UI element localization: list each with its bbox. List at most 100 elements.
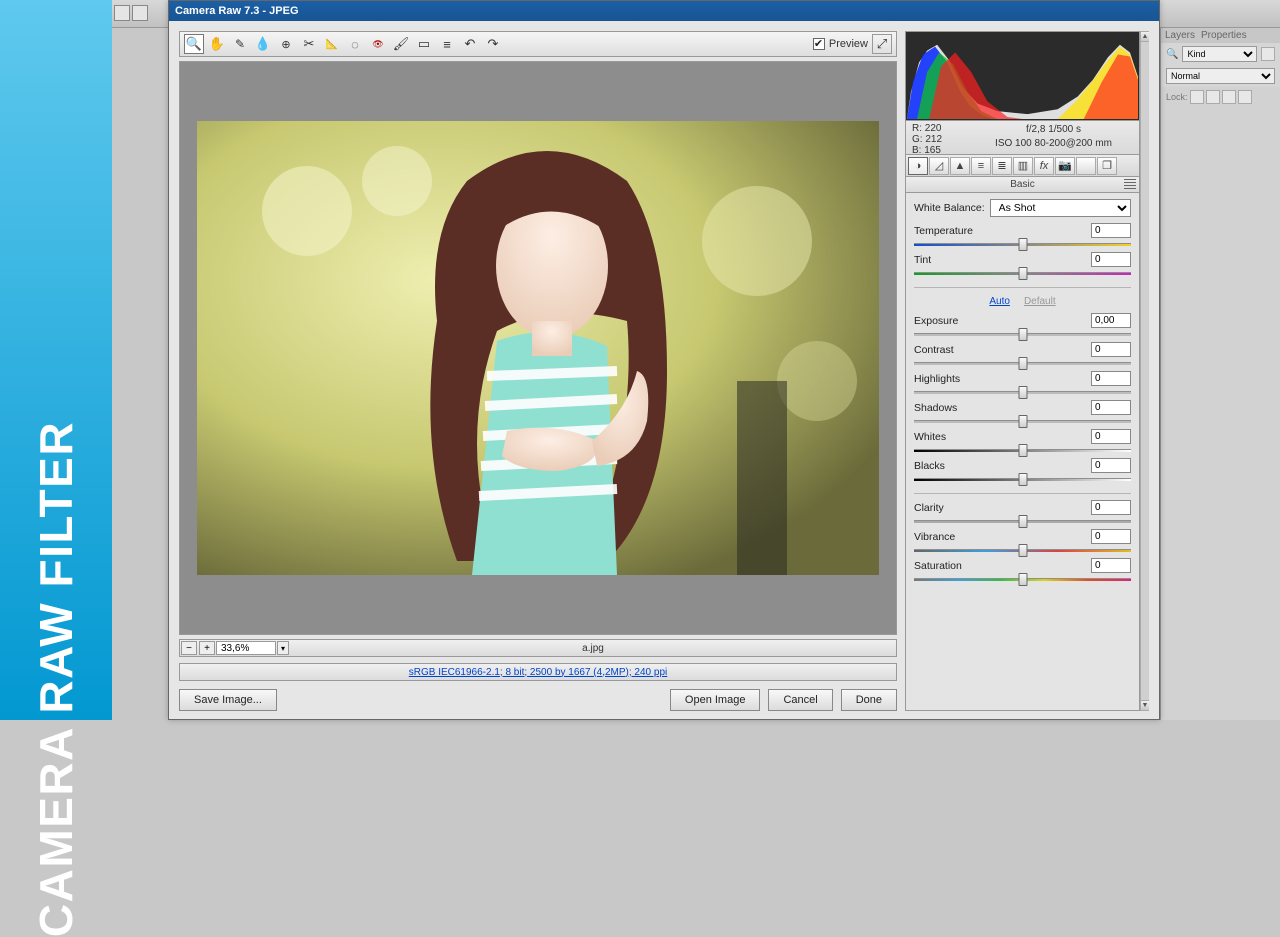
zoom-value[interactable]: 33,6% xyxy=(216,641,276,655)
lock-all-icon[interactable] xyxy=(1238,90,1252,104)
cancel-button[interactable]: Cancel xyxy=(768,689,832,711)
video-banner: CAMERA RAW FILTER xyxy=(0,0,112,720)
zoom-out-button[interactable]: − xyxy=(181,641,197,655)
slider-label-vibrance: Vibrance xyxy=(914,531,955,543)
slider-track-contrast[interactable] xyxy=(914,358,1131,369)
preferences-icon[interactable]: ≡ xyxy=(437,34,457,54)
blend-mode-select[interactable]: Normal xyxy=(1166,68,1275,84)
slider-value-shadows[interactable] xyxy=(1091,400,1131,415)
slider-track-clarity[interactable] xyxy=(914,516,1131,527)
doc-arrange-icon[interactable] xyxy=(132,5,148,21)
hand-tool-icon[interactable]: ✋ xyxy=(207,34,227,54)
layers-tab[interactable]: Layers xyxy=(1165,30,1195,41)
slider-value-highlights[interactable] xyxy=(1091,371,1131,386)
zoom-tool-icon[interactable]: 🔍 xyxy=(184,34,204,54)
slider-value-whites[interactable] xyxy=(1091,429,1131,444)
white-balance-select[interactable]: As Shot xyxy=(990,199,1131,217)
slider-highlights: Highlights xyxy=(914,371,1131,398)
slider-track-shadows[interactable] xyxy=(914,416,1131,427)
lock-move-icon[interactable] xyxy=(1222,90,1236,104)
slider-track-blacks[interactable] xyxy=(914,474,1131,485)
histogram[interactable] xyxy=(905,31,1140,121)
default-link[interactable]: Default xyxy=(1024,296,1056,307)
straighten-tool-icon[interactable]: 📐 xyxy=(322,34,342,54)
adjustment-brush-tool-icon[interactable]: 🖌 xyxy=(391,34,411,54)
tab-snapshots-icon[interactable]: ❐ xyxy=(1097,157,1117,175)
slider-value-clarity[interactable] xyxy=(1091,500,1131,515)
slider-tint: Tint xyxy=(914,252,1131,279)
tab-detail-icon[interactable]: ▲ xyxy=(950,157,970,175)
slider-label-blacks: Blacks xyxy=(914,460,945,472)
slider-vibrance: Vibrance xyxy=(914,529,1131,556)
scroll-down-icon[interactable]: ▼ xyxy=(1141,700,1149,710)
filter-icon[interactable] xyxy=(1261,47,1275,61)
crop-tool-icon[interactable]: ✂ xyxy=(299,34,319,54)
slider-track-exposure[interactable] xyxy=(914,329,1131,340)
properties-tab[interactable]: Properties xyxy=(1201,30,1247,41)
slider-value-saturation[interactable] xyxy=(1091,558,1131,573)
slider-value-exposure[interactable] xyxy=(1091,313,1131,328)
tab-hsl-icon[interactable]: ≡ xyxy=(971,157,991,175)
slider-value-tint[interactable] xyxy=(1091,252,1131,267)
save-image-button[interactable]: Save Image... xyxy=(179,689,277,711)
tab-tone-curve-icon[interactable]: ◿ xyxy=(929,157,949,175)
slider-temperature: Temperature xyxy=(914,223,1131,250)
zoom-dropdown-icon[interactable]: ▾ xyxy=(277,641,289,655)
color-sampler-tool-icon[interactable]: 💧 xyxy=(253,34,273,54)
tab-effects-icon[interactable]: fx xyxy=(1034,157,1054,175)
adjustment-tabs: ◑ ◿ ▲ ≡ ≣ ▥ fx 📷 �⷇ ❐ xyxy=(905,155,1140,177)
ps-panels: Layers Properties 🔍 Kind Normal Lock: xyxy=(1160,28,1280,720)
right-scrollbar[interactable]: ▲ ▼ xyxy=(1140,31,1149,711)
slider-label-highlights: Highlights xyxy=(914,373,960,385)
graduated-filter-tool-icon[interactable]: ▭ xyxy=(414,34,434,54)
search-icon[interactable]: 🔍 xyxy=(1166,49,1178,60)
done-button[interactable]: Done xyxy=(841,689,897,711)
tab-split-toning-icon[interactable]: ≣ xyxy=(992,157,1012,175)
lock-position-icon[interactable] xyxy=(1206,90,1220,104)
slider-label-saturation: Saturation xyxy=(914,560,962,572)
slider-value-contrast[interactable] xyxy=(1091,342,1131,357)
tab-lens-corrections-icon[interactable]: ▥ xyxy=(1013,157,1033,175)
rotate-left-icon[interactable]: ↶ xyxy=(460,34,480,54)
kind-select[interactable]: Kind xyxy=(1182,46,1257,62)
red-eye-tool-icon[interactable]: 👁 xyxy=(368,34,388,54)
toolbar: 🔍 ✋ ✎ 💧 ⊕ ✂ 📐 ◌ 👁 🖌 ▭ ≡ ↶ ↷ Preview ⤢ xyxy=(179,31,897,57)
targeted-adjustment-tool-icon[interactable]: ⊕ xyxy=(276,34,296,54)
basic-panel: White Balance: As Shot Temperature Tint xyxy=(905,193,1140,711)
spot-removal-tool-icon[interactable]: ◌ xyxy=(345,34,365,54)
slider-label-exposure: Exposure xyxy=(914,315,958,327)
panel-title: Basic xyxy=(1010,179,1034,190)
slider-track-tint[interactable] xyxy=(914,268,1131,279)
rotate-right-icon[interactable]: ↷ xyxy=(483,34,503,54)
slider-value-blacks[interactable] xyxy=(1091,458,1131,473)
panel-title-bar: Basic xyxy=(905,177,1140,193)
slider-track-vibrance[interactable] xyxy=(914,545,1131,556)
zoom-in-button[interactable]: + xyxy=(199,641,215,655)
image-viewport[interactable] xyxy=(179,61,897,635)
auto-link[interactable]: Auto xyxy=(989,296,1010,307)
highlight-clip-icon[interactable] xyxy=(1127,34,1137,44)
slider-track-highlights[interactable] xyxy=(914,387,1131,398)
slider-track-whites[interactable] xyxy=(914,445,1131,456)
tab-basic-icon[interactable]: ◑ xyxy=(908,157,928,175)
slider-value-vibrance[interactable] xyxy=(1091,529,1131,544)
tab-presets-icon[interactable]: �⷇ xyxy=(1076,157,1096,175)
slider-track-temperature[interactable] xyxy=(914,239,1131,250)
lock-pixels-icon[interactable] xyxy=(1190,90,1204,104)
tab-camera-calibration-icon[interactable]: 📷 xyxy=(1055,157,1075,175)
slider-value-temperature[interactable] xyxy=(1091,223,1131,238)
open-image-button[interactable]: Open Image xyxy=(670,689,761,711)
white-balance-tool-icon[interactable]: ✎ xyxy=(230,34,250,54)
shadow-clip-icon[interactable] xyxy=(908,34,918,44)
slider-track-saturation[interactable] xyxy=(914,574,1131,585)
panel-menu-icon[interactable] xyxy=(1124,179,1136,189)
scroll-up-icon[interactable]: ▲ xyxy=(1141,32,1149,42)
preview-checkbox[interactable] xyxy=(813,38,825,50)
doc-arrange-icon[interactable] xyxy=(114,5,130,21)
window-title: Camera Raw 7.3 - JPEG xyxy=(175,5,299,17)
fullscreen-toggle-icon[interactable]: ⤢ xyxy=(872,34,892,54)
window-titlebar[interactable]: Camera Raw 7.3 - JPEG xyxy=(169,1,1159,21)
workflow-options-link[interactable]: sRGB IEC61966-2.1; 8 bit; 2500 by 1667 (… xyxy=(409,667,668,678)
zoom-bar: − + 33,6% ▾ a.jpg xyxy=(179,639,897,657)
slider-label-tint: Tint xyxy=(914,254,931,266)
